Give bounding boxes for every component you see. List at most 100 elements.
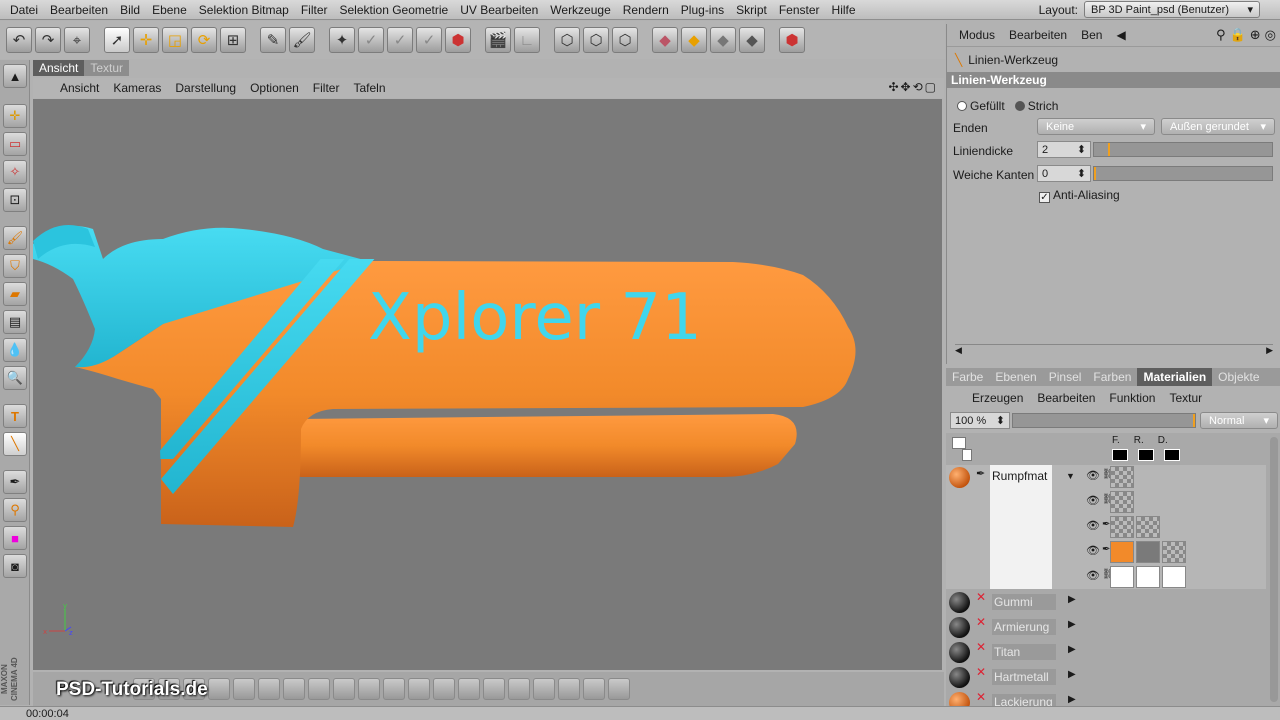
menu-datei[interactable]: Datei: [4, 3, 44, 17]
eye-icon[interactable]: 👁: [1086, 494, 1100, 507]
brush-tool[interactable]: 🖌: [3, 226, 27, 250]
tool-btn-11[interactable]: [383, 678, 405, 700]
zoom-slider[interactable]: [1012, 413, 1196, 428]
brush-icon[interactable]: ✒: [976, 467, 985, 480]
tool-btn-18[interactable]: [558, 678, 580, 700]
layer-row-2[interactable]: 👁 ⛓: [1082, 490, 1202, 513]
layer-thumb-white[interactable]: [1162, 566, 1186, 588]
channel-rough-swatch[interactable]: [1138, 449, 1154, 461]
menu-hilfe[interactable]: Hilfe: [826, 3, 862, 17]
paint-mode-3-button[interactable]: ✓: [416, 27, 442, 53]
quick-mask-tool[interactable]: ◙: [3, 554, 27, 578]
tool-btn-5[interactable]: [233, 678, 255, 700]
menu-skript[interactable]: Skript: [730, 3, 773, 17]
menu-plug-ins[interactable]: Plug-ins: [675, 3, 730, 17]
material-preview-ball[interactable]: [949, 642, 970, 663]
material-name[interactable]: Lackierung: [992, 694, 1056, 706]
radio-strich[interactable]: Strich: [1014, 99, 1058, 113]
tool-btn-9[interactable]: [333, 678, 355, 700]
material-armierung[interactable]: ✕ Armierung ▶: [946, 615, 1266, 639]
layer-thumb[interactable]: [1136, 516, 1160, 538]
render-view-button[interactable]: 🎬: [485, 27, 511, 53]
projection-paint-button[interactable]: ✦: [329, 27, 355, 53]
3d-viewport[interactable]: Xplorer 71 y x z: [33, 99, 942, 670]
close-icon[interactable]: ✕: [976, 615, 986, 629]
menu-fenster[interactable]: Fenster: [773, 3, 826, 17]
layer-thumb[interactable]: [1110, 466, 1134, 488]
weiche-kanten-slider[interactable]: [1093, 166, 1273, 181]
eraser-tool[interactable]: ▰: [3, 282, 27, 306]
chevron-right-icon[interactable]: ▶: [1068, 694, 1076, 705]
live-select-tool[interactable]: ▲: [3, 64, 27, 88]
material-preview-ball[interactable]: [949, 592, 970, 613]
material-gummi[interactable]: ✕ Gummi ▶: [946, 590, 1266, 614]
attr-menu-modus[interactable]: Modus: [959, 28, 995, 42]
uv-point-button[interactable]: ⬡: [554, 27, 580, 53]
channel-color-header[interactable]: F.: [1112, 435, 1120, 446]
attr-menu-bearbeiten[interactable]: Bearbeiten: [1009, 28, 1067, 42]
channel-color-swatch[interactable]: [1112, 449, 1128, 461]
ui-toggle-button[interactable]: ∟: [514, 27, 540, 53]
attr-menu-ben[interactable]: Ben: [1081, 28, 1102, 42]
transform-tool[interactable]: ⊡: [3, 188, 27, 212]
material-name-rumpfmat[interactable]: Rumpfmat: [990, 465, 1052, 589]
text-tool[interactable]: T: [3, 404, 27, 428]
tab-ansicht[interactable]: Ansicht: [33, 60, 85, 76]
move-tool[interactable]: ✛: [3, 104, 27, 128]
tab-pinsel[interactable]: Pinsel: [1043, 368, 1088, 386]
layer-row-3[interactable]: 👁 ✒: [1082, 515, 1202, 538]
layer-thumb[interactable]: [1110, 516, 1134, 538]
line-tool[interactable]: ╲: [3, 432, 27, 456]
rotate-button[interactable]: ⟳: [191, 27, 217, 53]
material-name[interactable]: Hartmetall: [992, 669, 1056, 685]
uv-edge-button[interactable]: ⬡: [583, 27, 609, 53]
attr-horizontal-scrollbar[interactable]: ◀ ▶: [955, 344, 1273, 355]
mat-menu-textur[interactable]: Textur: [1169, 391, 1202, 405]
menu-selektion-geometrie[interactable]: Selektion Geometrie: [334, 3, 455, 17]
layer-thumb-grey[interactable]: [1136, 541, 1160, 563]
menu-uv-bearbeiten[interactable]: UV Bearbeiten: [454, 3, 544, 17]
tool-btn-10[interactable]: [358, 678, 380, 700]
redo-button[interactable]: ↷: [35, 27, 61, 53]
layer-row-5[interactable]: 👁 ⛓: [1082, 565, 1202, 588]
material-lackierung[interactable]: ✕ Lackierung ▶: [946, 690, 1266, 706]
search-icon[interactable]: ⚲: [1216, 27, 1226, 43]
lock-icon[interactable]: 🔒: [1230, 27, 1246, 43]
stepper-icon[interactable]: ⬍: [996, 414, 1005, 427]
material-hartmetall[interactable]: ✕ Hartmetall ▶: [946, 665, 1266, 689]
layer-thumb[interactable]: [1162, 541, 1186, 563]
radio-gefuellt[interactable]: Gefüllt: [957, 99, 1005, 113]
liniendicke-input[interactable]: 2 ⬍: [1037, 141, 1091, 158]
layer-thumb-white[interactable]: [1110, 566, 1134, 588]
close-icon[interactable]: ✕: [976, 590, 986, 604]
back-arrow-icon[interactable]: ◀: [1116, 28, 1125, 42]
uv-mesh-button[interactable]: ⬢: [445, 27, 471, 53]
anti-aliasing-checkbox[interactable]: ✓ Anti-Aliasing: [1039, 188, 1120, 203]
paint-mode-1-button[interactable]: ✓: [358, 27, 384, 53]
tool-btn-7[interactable]: [283, 678, 305, 700]
material-preview-ball[interactable]: [949, 692, 970, 706]
enden-end-select[interactable]: Außen gerundet ▾: [1161, 118, 1275, 135]
material-titan[interactable]: ✕ Titan ▶: [946, 640, 1266, 664]
menu-selektion-bitmap[interactable]: Selektion Bitmap: [193, 3, 295, 17]
cube-grey-button[interactable]: ◆: [710, 27, 736, 53]
viewport-nav-icons[interactable]: ✣✥⟲▢: [888, 80, 938, 94]
mat-menu-bearbeiten[interactable]: Bearbeiten: [1037, 391, 1095, 405]
mat-menu-erzeugen[interactable]: Erzeugen: [972, 391, 1023, 405]
liniendicke-slider[interactable]: [1093, 142, 1273, 157]
spaceship-model[interactable]: Xplorer 71: [33, 99, 942, 670]
tool-btn-17[interactable]: [533, 678, 555, 700]
magnifier-tool[interactable]: ⚲: [3, 498, 27, 522]
eye-icon[interactable]: 👁: [1086, 469, 1100, 482]
stepper-icon[interactable]: ⬍: [1077, 167, 1086, 180]
tab-materialien[interactable]: Materialien: [1137, 368, 1213, 386]
layer-thumb-white[interactable]: [1136, 566, 1160, 588]
material-preview-ball[interactable]: [949, 667, 970, 688]
weiche-kanten-input[interactable]: 0 ⬍: [1037, 165, 1091, 182]
channel-diffuse-header[interactable]: D.: [1158, 435, 1168, 446]
layer-row-1[interactable]: 👁 ⛓: [1082, 465, 1202, 488]
gradient-tool[interactable]: ▤: [3, 310, 27, 334]
rect-select-tool[interactable]: ▭: [3, 132, 27, 156]
eye-icon[interactable]: 👁: [1086, 544, 1100, 557]
settings-icon[interactable]: ◎: [1265, 27, 1276, 43]
